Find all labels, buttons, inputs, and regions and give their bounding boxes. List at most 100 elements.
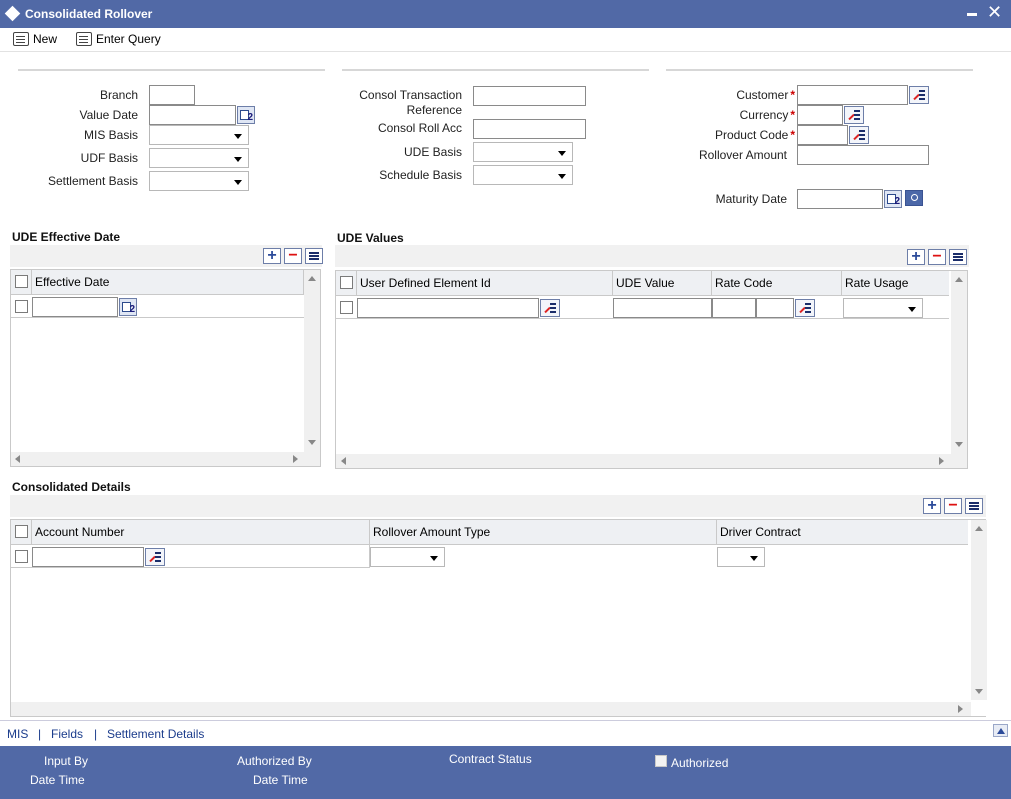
add-row-button[interactable]: +: [263, 248, 281, 264]
view-list-button[interactable]: [949, 249, 967, 265]
mis-basis-select[interactable]: [149, 125, 249, 145]
view-list-button[interactable]: [305, 248, 323, 264]
select-all-checkbox[interactable]: [15, 275, 28, 288]
scroll-down-icon[interactable]: [975, 689, 983, 694]
scroll-up-icon[interactable]: [975, 526, 983, 531]
row-checkbox[interactable]: [15, 550, 28, 563]
scroll-right-icon[interactable]: [958, 705, 963, 713]
value-date-calendar-icon[interactable]: [237, 106, 255, 124]
section-divider: [666, 69, 973, 71]
maturity-date-label: Maturity Date: [715, 192, 787, 206]
ude-basis-select[interactable]: [473, 142, 573, 162]
column-header-rollover-amount-type: Rollover Amount Type: [370, 520, 717, 544]
arrow-up-icon: [997, 728, 1005, 734]
enter-query-button[interactable]: Enter Query: [76, 30, 161, 48]
search-icon[interactable]: [905, 190, 923, 206]
column-header-rate-code: Rate Code: [712, 271, 842, 295]
scroll-up-icon[interactable]: [308, 276, 316, 281]
rate-code-input[interactable]: [712, 298, 756, 318]
schedule-basis-select[interactable]: [473, 165, 573, 185]
settlement-details-link[interactable]: Settlement Details: [107, 727, 204, 741]
vertical-scrollbar[interactable]: [951, 271, 967, 454]
customer-lookup-icon[interactable]: [909, 86, 929, 104]
consol-txn-ref-label: Consol Transaction: [359, 88, 462, 102]
audit-footer: Input By Date Time Authorized By Date Ti…: [0, 746, 1011, 799]
consol-roll-acc-input[interactable]: [473, 119, 586, 139]
rollover-amount-input[interactable]: [797, 145, 929, 165]
ude-id-lookup-icon[interactable]: [540, 299, 560, 317]
consol-txn-ref-label-line2: Reference: [406, 103, 462, 117]
authorized-checkbox[interactable]: [655, 755, 667, 767]
scroll-top-button[interactable]: [993, 724, 1008, 737]
account-number-input[interactable]: [32, 547, 144, 567]
rollover-amount-type-select[interactable]: [370, 547, 445, 567]
horizontal-scrollbar[interactable]: [11, 702, 971, 716]
scroll-left-icon[interactable]: [341, 457, 346, 465]
scroll-right-icon[interactable]: [293, 455, 298, 463]
branch-input[interactable]: [149, 85, 195, 105]
close-icon[interactable]: ✕: [987, 2, 1002, 22]
account-number-lookup-icon[interactable]: [145, 548, 165, 566]
rollover-amount-label: Rollover Amount: [698, 148, 787, 162]
view-list-button[interactable]: [965, 498, 983, 514]
row-checkbox[interactable]: [340, 301, 353, 314]
rate-code-lookup-icon[interactable]: [795, 299, 815, 317]
scroll-down-icon[interactable]: [955, 442, 963, 447]
ude-id-input[interactable]: [357, 298, 539, 318]
customer-input[interactable]: [797, 85, 908, 105]
grid-toolbar: + −: [335, 245, 969, 267]
window-title-bar: Consolidated Rollover ✕: [0, 0, 1011, 28]
vertical-scrollbar[interactable]: [971, 520, 987, 700]
mis-link[interactable]: MIS: [7, 727, 28, 741]
rate-usage-select[interactable]: [843, 298, 923, 318]
currency-input[interactable]: [797, 105, 843, 125]
consol-txn-ref-input[interactable]: [473, 86, 586, 106]
ude-value-input[interactable]: [613, 298, 712, 318]
delete-row-button[interactable]: −: [944, 498, 962, 514]
new-button[interactable]: New: [13, 30, 57, 48]
schedule-basis-label: Schedule Basis: [379, 168, 462, 182]
column-header-user-defined-element-id: User Defined Element Id: [357, 271, 613, 295]
vertical-scrollbar[interactable]: [304, 270, 320, 452]
fields-link[interactable]: Fields: [51, 727, 83, 741]
select-all-checkbox[interactable]: [15, 525, 28, 538]
scroll-down-icon[interactable]: [308, 440, 316, 445]
settlement-basis-select[interactable]: [149, 171, 249, 191]
ude-basis-label: UDE Basis: [403, 145, 462, 159]
add-row-button[interactable]: +: [907, 249, 925, 265]
branch-label: Branch: [99, 88, 138, 102]
row-checkbox[interactable]: [15, 300, 28, 313]
driver-contract-select[interactable]: [717, 547, 765, 567]
effective-date-input[interactable]: [32, 297, 118, 317]
rate-code-extra-input[interactable]: [756, 298, 794, 318]
horizontal-scrollbar[interactable]: [336, 454, 967, 468]
value-date-input[interactable]: [149, 105, 236, 125]
delete-row-button[interactable]: −: [284, 248, 302, 264]
scroll-left-icon[interactable]: [15, 455, 20, 463]
minimize-icon[interactable]: [967, 13, 977, 16]
currency-lookup-icon[interactable]: [844, 106, 864, 124]
new-document-icon: [13, 32, 29, 46]
section-divider: [18, 69, 325, 71]
scroll-right-icon[interactable]: [939, 457, 944, 465]
value-date-label: Value Date: [79, 108, 138, 122]
product-code-input[interactable]: [797, 125, 848, 145]
ude-effective-date-title: UDE Effective Date: [12, 230, 121, 244]
delete-row-button[interactable]: −: [928, 249, 946, 265]
scroll-up-icon[interactable]: [955, 277, 963, 282]
settlement-basis-label: Settlement Basis: [47, 174, 138, 188]
currency-label: Currency *: [739, 108, 795, 122]
effective-date-calendar-icon[interactable]: [119, 298, 137, 316]
select-all-checkbox[interactable]: [340, 276, 353, 289]
udf-basis-select[interactable]: [149, 148, 249, 168]
ude-effective-date-grid: Effective Date: [10, 269, 321, 467]
consolidated-details-title: Consolidated Details: [12, 480, 131, 494]
product-code-lookup-icon[interactable]: [849, 126, 869, 144]
add-row-button[interactable]: +: [923, 498, 941, 514]
horizontal-scrollbar[interactable]: [11, 452, 320, 466]
maturity-date-calendar-icon[interactable]: [884, 190, 902, 208]
app-diamond-icon: [4, 5, 21, 22]
toolbar: New Enter Query: [0, 28, 1011, 52]
maturity-date-input[interactable]: [797, 189, 883, 209]
grid-header: Effective Date: [11, 270, 304, 295]
